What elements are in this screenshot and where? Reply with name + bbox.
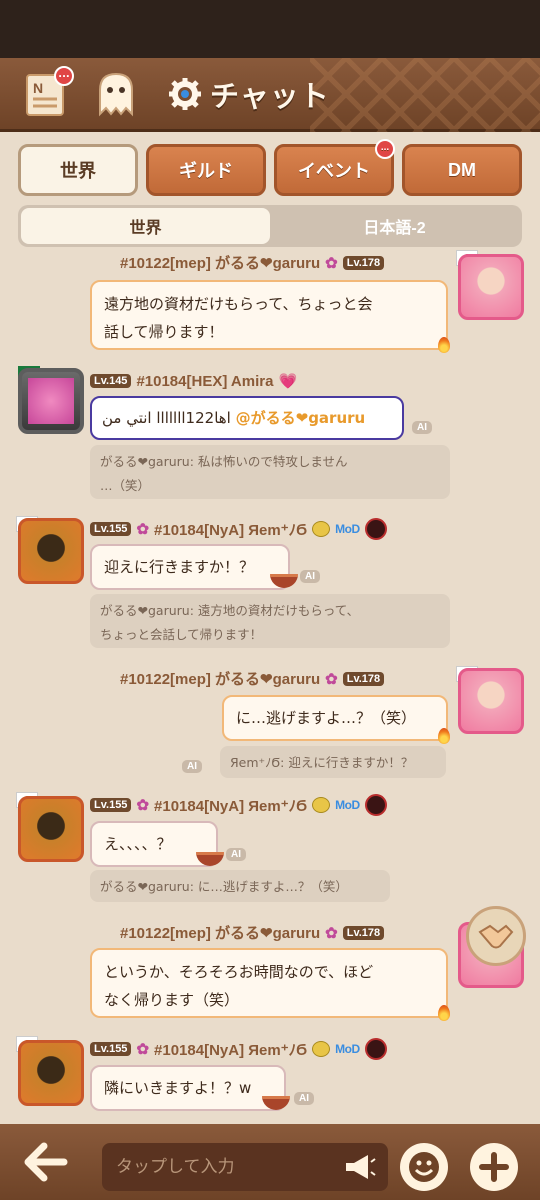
chat-bubble[interactable]: انتي من lllllllاها122 @がるる❤garuru: [90, 396, 404, 440]
guild-emblem-icon: [364, 1038, 387, 1060]
megaphone-icon[interactable]: [342, 1152, 376, 1182]
avatar[interactable]: [18, 368, 84, 434]
ghost-icon[interactable]: [90, 68, 142, 120]
message-header: Lv.155 ✿ #10184[NyA] Яem⁺ﾉϬ MoD: [90, 794, 387, 816]
sender-name[interactable]: #10184[HEX] Amira: [136, 373, 273, 390]
sender-name[interactable]: #10184[NyA] Яem⁺ﾉϬ: [154, 519, 307, 540]
reply-quote[interactable]: がるる❤garuru: 遠方地の資材だけもらって、 ちょっと会話して帰ります！: [90, 594, 450, 648]
page-title: チャット: [168, 72, 330, 116]
ai-translate-button[interactable]: AI: [182, 760, 202, 773]
message-header: Lv.155 ✿ #10184[NyA] Яem⁺ﾉϬ MoD: [90, 518, 387, 540]
subtab-world[interactable]: 世界: [21, 208, 270, 244]
chat-bubble[interactable]: に…逃げますよ…？（笑）: [222, 695, 448, 741]
flair-icon: ✿: [325, 254, 338, 272]
ai-translate-button[interactable]: AI: [294, 1092, 314, 1105]
chat-bubble[interactable]: 迎えに行きますか！？: [90, 544, 290, 590]
flame-icon: [438, 1005, 450, 1021]
reply-quote[interactable]: Яem⁺ﾉϬ: 迎えに行きますか！？: [220, 746, 446, 778]
message-header: Lv.145 #10184[HEX] Amira 💗: [90, 372, 297, 390]
message-header: #10122[mep] がるる❤garuru ✿ Lv.178: [120, 668, 385, 689]
mod-badge: MoD: [335, 798, 360, 812]
sender-name[interactable]: #10122[mep] がるる❤garuru: [120, 922, 320, 943]
mod-badge: MoD: [335, 1042, 360, 1056]
language-subtabs: 世界 日本語-2: [18, 205, 522, 247]
flair-icon: ✿: [136, 521, 150, 538]
flair-icon: ✿: [325, 924, 338, 942]
message-header: #10122[mep] がるる❤garuru ✿ Lv.178: [120, 922, 385, 943]
reply-quote[interactable]: がるる❤garuru: 私は怖いので特攻しません …（笑）: [90, 445, 450, 499]
status-bar: [0, 0, 540, 58]
sender-name[interactable]: #10184[NyA] Яem⁺ﾉϬ: [154, 1039, 307, 1060]
event-badge: ...: [375, 139, 395, 159]
svg-text:N: N: [33, 80, 43, 96]
level-badge: Lv.178: [342, 671, 385, 686]
avatar[interactable]: [458, 668, 524, 734]
tab-guild[interactable]: ギルド: [146, 144, 266, 196]
guild-emblem-icon: [364, 518, 387, 540]
avatar[interactable]: [18, 518, 84, 584]
news-badge: ...: [54, 66, 74, 86]
avatar[interactable]: [18, 1040, 84, 1106]
ai-translate-button[interactable]: AI: [226, 848, 246, 861]
level-badge: Lv.155: [90, 1042, 132, 1056]
avatar[interactable]: [18, 796, 84, 862]
tab-event[interactable]: イベント...: [274, 139, 395, 196]
level-badge: Lv.178: [342, 925, 385, 940]
message-header: Lv.155 ✿ #10184[NyA] Яem⁺ﾉϬ MoD: [90, 1038, 387, 1060]
ai-translate-button[interactable]: AI: [412, 421, 432, 434]
sender-name[interactable]: #10184[NyA] Яem⁺ﾉϬ: [154, 795, 307, 816]
crown-icon: [312, 1041, 331, 1057]
message-header: #10122[mep] がるる❤garuru ✿ Lv.178: [120, 252, 385, 273]
handshake-icon[interactable]: [466, 906, 526, 966]
plus-icon[interactable]: [470, 1143, 518, 1191]
level-badge: Lv.178: [342, 255, 385, 270]
flame-icon: [438, 337, 450, 353]
tab-dm[interactable]: DM: [402, 144, 522, 196]
flair-icon: ✿: [325, 670, 338, 688]
chat-bubble[interactable]: というか、そろそろお時間なので、ほど なく帰ります（笑）: [90, 948, 448, 1018]
chat-bubble[interactable]: 遠方地の資材だけもらって、ちょっと会 話して帰ります！: [90, 280, 448, 350]
heart-icon: 💗: [278, 373, 298, 390]
level-badge: Lv.145: [90, 374, 132, 388]
mention-link[interactable]: @がるる❤garuru: [236, 409, 366, 427]
reply-quote[interactable]: がるる❤garuru: に…逃げますよ…？（笑）: [90, 870, 390, 902]
subtab-japanese-2[interactable]: 日本語-2: [270, 208, 519, 244]
title-text: チャット: [210, 81, 330, 113]
sender-name[interactable]: #10122[mep] がるる❤garuru: [120, 252, 320, 273]
message-text-arabic: انتي من lllllllاها122: [102, 409, 231, 427]
avatar[interactable]: [458, 254, 524, 320]
level-badge: Lv.155: [90, 522, 132, 536]
ai-translate-button[interactable]: AI: [300, 570, 320, 583]
flair-icon: ✿: [136, 1041, 150, 1058]
back-arrow-icon[interactable]: [22, 1142, 70, 1182]
flame-icon: [438, 728, 450, 744]
sender-name[interactable]: #10122[mep] がるる❤garuru: [120, 668, 320, 689]
tab-world[interactable]: 世界: [18, 144, 138, 196]
crown-icon: [312, 797, 331, 813]
gear-icon: [169, 78, 201, 110]
guild-emblem-icon: [364, 794, 387, 816]
crown-icon: [312, 521, 331, 537]
level-badge: Lv.155: [90, 798, 132, 812]
mod-badge: MoD: [335, 522, 360, 536]
emoji-icon[interactable]: [400, 1143, 448, 1191]
flair-icon: ✿: [136, 797, 150, 814]
news-scroll-icon[interactable]: N ...: [20, 66, 74, 122]
channel-tabs: 世界 ギルド イベント... DM: [18, 139, 522, 196]
chat-bubble[interactable]: 隣にいきますよ！？w: [90, 1065, 286, 1111]
